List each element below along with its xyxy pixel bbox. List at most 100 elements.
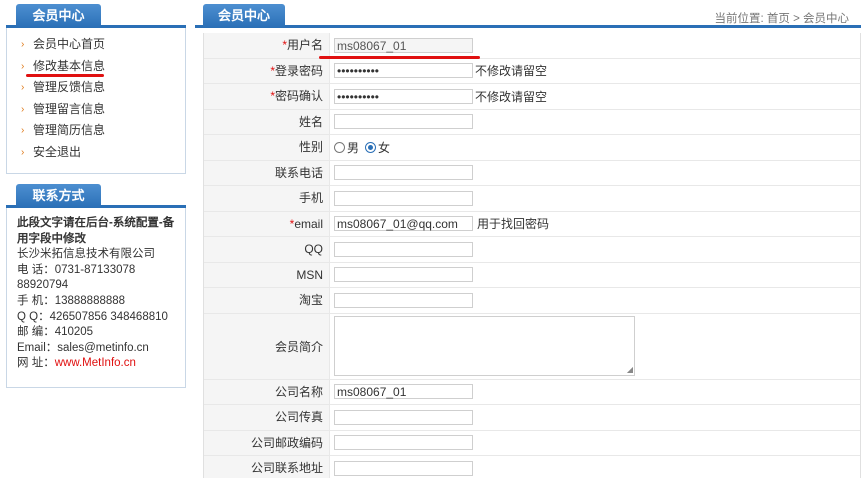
row-confirm: *密码确认 •••••••••• 不修改请留空 — [204, 84, 860, 110]
main-header: 会员中心 当前位置: 首页 > 会员中心 — [195, 0, 861, 28]
mobile-cell — [330, 186, 860, 211]
label-text: 用户名 — [286, 38, 323, 52]
contact-header: 联系方式 — [6, 180, 186, 208]
chevron-right-icon: › — [21, 82, 25, 93]
msn-cell — [330, 263, 860, 288]
sidebar-item-label: 管理简历信息 — [33, 123, 106, 137]
gender-male-radio[interactable]: 男 — [334, 139, 359, 156]
label-text: email — [294, 216, 323, 231]
contact-web-link[interactable]: www.MetInfo.cn — [55, 357, 136, 369]
taobao-field[interactable] — [334, 292, 473, 308]
contact-mobile: 手 机：13888888888 — [17, 294, 126, 307]
zip-cell — [330, 431, 860, 456]
sidebar-item-feedback[interactable]: › 管理反馈信息 — [21, 77, 185, 99]
fax-label: 公司传真 — [204, 405, 330, 430]
email-hint: 用于找回密码 — [477, 217, 550, 232]
row-company: 公司名称 ms08067_01 — [204, 379, 860, 405]
name-label: 姓名 — [204, 109, 330, 134]
contact-phone2: 88920794 — [17, 279, 69, 292]
username-label: *用户名 — [204, 33, 330, 58]
row-tel: 联系电话 — [204, 160, 860, 186]
confirm-cell: •••••••••• 不修改请留空 — [330, 84, 860, 109]
mobile-field[interactable] — [334, 190, 473, 206]
row-password: *登录密码 •••••••••• 不修改请留空 — [204, 58, 860, 84]
radio-label: 男 — [347, 140, 360, 155]
address-label: 公司联系地址 — [204, 456, 330, 478]
annotation-underline — [26, 74, 104, 77]
resize-grip-icon[interactable]: ◢ — [627, 365, 633, 374]
chevron-right-icon: › — [21, 39, 25, 50]
password-hint: 不修改请留空 — [475, 64, 548, 79]
taobao-label: 淘宝 — [204, 288, 330, 313]
chevron-right-icon: › — [21, 146, 25, 158]
contact-zip: 邮 编：410205 — [17, 326, 94, 339]
tel-field[interactable] — [334, 165, 473, 181]
password-field[interactable]: •••••••••• — [334, 63, 473, 79]
sidebar-item-logout[interactable]: › 安全退出 — [21, 142, 185, 164]
sidebar-header: 会员中心 — [6, 0, 186, 28]
address-field[interactable] — [334, 460, 473, 476]
email-field[interactable]: ms08067_01@qq.com — [334, 216, 473, 232]
contact-company: 长沙米拓信息技术有限公司 — [17, 248, 155, 261]
intro-cell: ◢ — [330, 314, 860, 379]
row-username: *用户名 ms08067_01 — [204, 33, 860, 59]
label-text: 密码确认 — [274, 89, 323, 103]
row-email: *email ms08067_01@qq.com 用于找回密码 — [204, 211, 860, 237]
row-mobile: 手机 — [204, 186, 860, 212]
chevron-right-icon: › — [21, 103, 25, 115]
sidebar-title: 会员中心 — [16, 4, 101, 28]
row-intro: 会员简介 ◢ — [204, 313, 860, 380]
profile-form: *用户名 ms08067_01 *登录密码 •••••••••• 不修改请留空 *… — [203, 33, 861, 478]
left-column: 会员中心 › 会员中心首页 › 修改基本信息 › 管理反馈信息 › 管理留言信息 › 管理… — [6, 0, 186, 388]
company-field[interactable]: ms08067_01 — [334, 384, 473, 400]
confirm-label: *密码确认 — [204, 84, 330, 109]
sidebar-item-label: 修改基本信息 — [33, 58, 106, 73]
fax-field[interactable] — [334, 409, 473, 425]
contact-header-bar: 联系方式 — [6, 180, 186, 208]
contact-qq: Q Q：426507856 348468810 — [17, 310, 168, 323]
name-cell — [330, 110, 860, 135]
chevron-right-icon: › — [21, 60, 25, 72]
confirm-password-field[interactable]: •••••••••• — [334, 88, 473, 104]
gender-female-radio[interactable]: 女 — [365, 139, 390, 156]
qq-field[interactable] — [334, 241, 473, 257]
row-address: 公司联系地址 — [204, 456, 860, 478]
mobile-label: 手机 — [204, 186, 330, 211]
tel-label: 联系电话 — [204, 160, 330, 185]
row-fax: 公司传真 — [204, 405, 860, 431]
company-label: 公司名称 — [204, 379, 330, 404]
confirm-hint: 不修改请留空 — [475, 89, 548, 104]
name-field[interactable] — [334, 114, 473, 130]
sidebar-item-label: 管理留言信息 — [33, 101, 106, 116]
intro-label: 会员简介 — [204, 313, 330, 379]
sidebar-item-home[interactable]: › 会员中心首页 — [21, 34, 185, 56]
fax-cell — [330, 405, 860, 430]
msn-field[interactable] — [334, 267, 473, 283]
taobao-cell — [330, 288, 860, 313]
row-name: 姓名 — [204, 109, 860, 135]
page-title: 会员中心 — [203, 4, 285, 28]
row-msn: MSN — [204, 262, 860, 288]
row-zip: 公司邮政编码 — [204, 430, 860, 456]
contact-email: Email：sales@metinfo.cn — [17, 341, 149, 354]
sidebar-item-resume[interactable]: › 管理简历信息 — [21, 120, 185, 142]
row-gender: 性别 男 女 — [204, 135, 860, 161]
sidebar-item-label: 安全退出 — [33, 144, 82, 159]
sidebar-item-messages[interactable]: › 管理留言信息 — [21, 99, 185, 121]
zip-field[interactable] — [334, 435, 473, 451]
password-label: *登录密码 — [204, 58, 330, 83]
contact-website: 网 址：www.MetInfo.cn — [17, 356, 175, 372]
qq-label: QQ — [204, 237, 330, 262]
breadcrumb: 当前位置: 首页 > 会员中心 — [714, 13, 850, 25]
sidebar-item-label: 管理反馈信息 — [33, 80, 106, 94]
radio-circle-selected — [365, 141, 377, 153]
gender-cell: 男 女 — [330, 135, 860, 160]
intro-textarea[interactable]: ◢ — [334, 316, 635, 376]
contact-web-label: 网 址： — [17, 357, 55, 370]
email-cell: ms08067_01@qq.com 用于找回密码 — [330, 212, 860, 237]
tel-cell — [330, 161, 860, 186]
contact-note: 此段文字请在后台-系统配置-备用字段中修改 — [17, 217, 175, 245]
msn-label: MSN — [204, 262, 330, 287]
email-label: *email — [204, 211, 330, 236]
contact-title: 联系方式 — [16, 184, 101, 208]
